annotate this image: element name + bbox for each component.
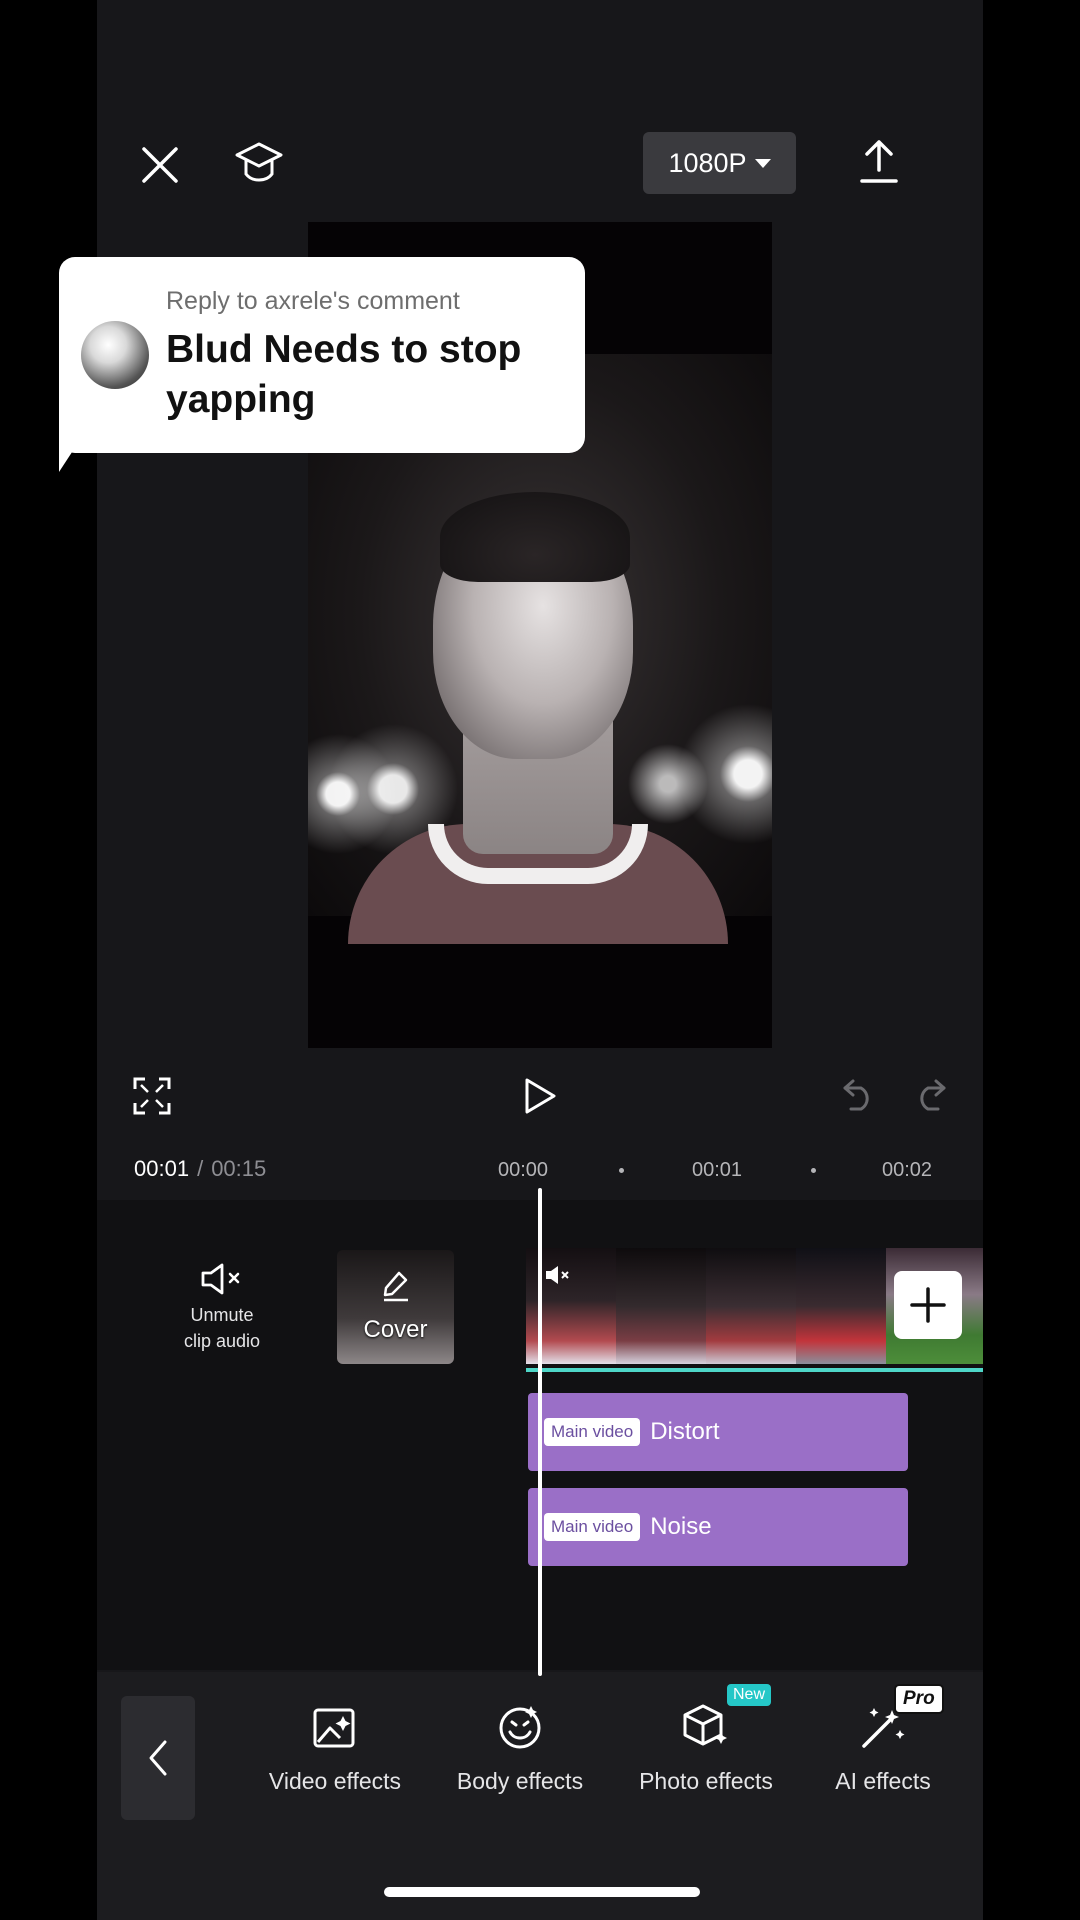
- ruler-label: 00:00: [498, 1159, 549, 1181]
- ai-effects-button[interactable]: AI effects: [803, 1702, 963, 1795]
- clip-thumbnail: [706, 1248, 796, 1364]
- home-indicator: [384, 1887, 700, 1897]
- edit-pencil-icon: [381, 1270, 411, 1302]
- time-separator: /: [197, 1156, 204, 1181]
- clip-underline: [526, 1368, 983, 1372]
- ruler-label: 00:01: [692, 1159, 743, 1181]
- back-button[interactable]: [121, 1696, 195, 1820]
- track-label: Noise: [650, 1513, 712, 1540]
- graduation-cap-icon[interactable]: [234, 138, 284, 188]
- track-label: Distort: [650, 1418, 720, 1445]
- undo-icon[interactable]: [841, 1078, 877, 1112]
- timecode: 00:01 / 00:15: [134, 1156, 266, 1182]
- fullscreen-icon[interactable]: [133, 1077, 171, 1115]
- tool-label: AI effects: [835, 1768, 931, 1794]
- effect-track[interactable]: Main video Distort: [528, 1393, 908, 1471]
- effect-track[interactable]: Main video Noise: [528, 1488, 908, 1566]
- photo-effects-icon: [681, 1702, 731, 1752]
- reply-to-label: Reply to axrele's comment: [166, 287, 460, 315]
- track-tag: Main video: [544, 1418, 641, 1446]
- unmute-clip-audio-button[interactable]: Unmute clip audio: [172, 1262, 272, 1354]
- comment-reply-bubble: Reply to axrele's comment Blud Needs to …: [59, 257, 585, 453]
- unmute-label-line1: Unmute: [190, 1305, 254, 1325]
- chevron-down-icon: [754, 158, 771, 168]
- new-badge: New: [727, 1684, 772, 1706]
- clip-thumbnail: [616, 1248, 706, 1364]
- playhead[interactable]: [538, 1188, 542, 1676]
- reply-comment-text: Blud Needs to stop yapping: [166, 328, 522, 421]
- resolution-selector[interactable]: 1080P: [643, 132, 796, 194]
- chevron-left-icon: [147, 1739, 169, 1777]
- cover-button[interactable]: Cover: [337, 1250, 454, 1364]
- muted-clip-icon: [544, 1264, 572, 1286]
- unmute-label-line2: clip audio: [183, 1331, 261, 1351]
- add-clip-button[interactable]: [894, 1271, 962, 1339]
- track-tag: Main video: [544, 1513, 641, 1541]
- avatar: [81, 321, 149, 389]
- close-icon[interactable]: [141, 146, 179, 184]
- clip-thumbnail: [796, 1248, 886, 1364]
- video-effects-icon: [310, 1702, 360, 1752]
- redo-icon[interactable]: [912, 1078, 948, 1112]
- ruler-dot: [811, 1168, 816, 1173]
- ruler-label: 00:02: [882, 1159, 933, 1181]
- unmute-label: Unmute clip audio: [172, 1302, 272, 1354]
- current-time: 00:01: [134, 1156, 190, 1181]
- tool-label: Photo effects: [639, 1768, 773, 1794]
- ruler-dot: [619, 1168, 624, 1173]
- play-icon[interactable]: [523, 1077, 557, 1115]
- photo-effects-button[interactable]: Photo effects: [611, 1702, 801, 1795]
- resolution-label: 1080P: [668, 147, 747, 178]
- total-time: 00:15: [211, 1156, 267, 1181]
- tool-label: Video effects: [268, 1768, 402, 1794]
- tool-label: Body effects: [456, 1768, 584, 1794]
- video-effects-button[interactable]: Video effects: [245, 1702, 425, 1795]
- body-effects-button[interactable]: Body effects: [430, 1702, 610, 1795]
- cover-label: Cover: [363, 1316, 428, 1343]
- upload-icon[interactable]: [859, 138, 899, 184]
- mute-speaker-icon: [200, 1262, 244, 1296]
- pro-badge: Pro: [894, 1684, 944, 1714]
- plus-icon: [910, 1287, 946, 1323]
- body-effects-icon: [495, 1702, 545, 1752]
